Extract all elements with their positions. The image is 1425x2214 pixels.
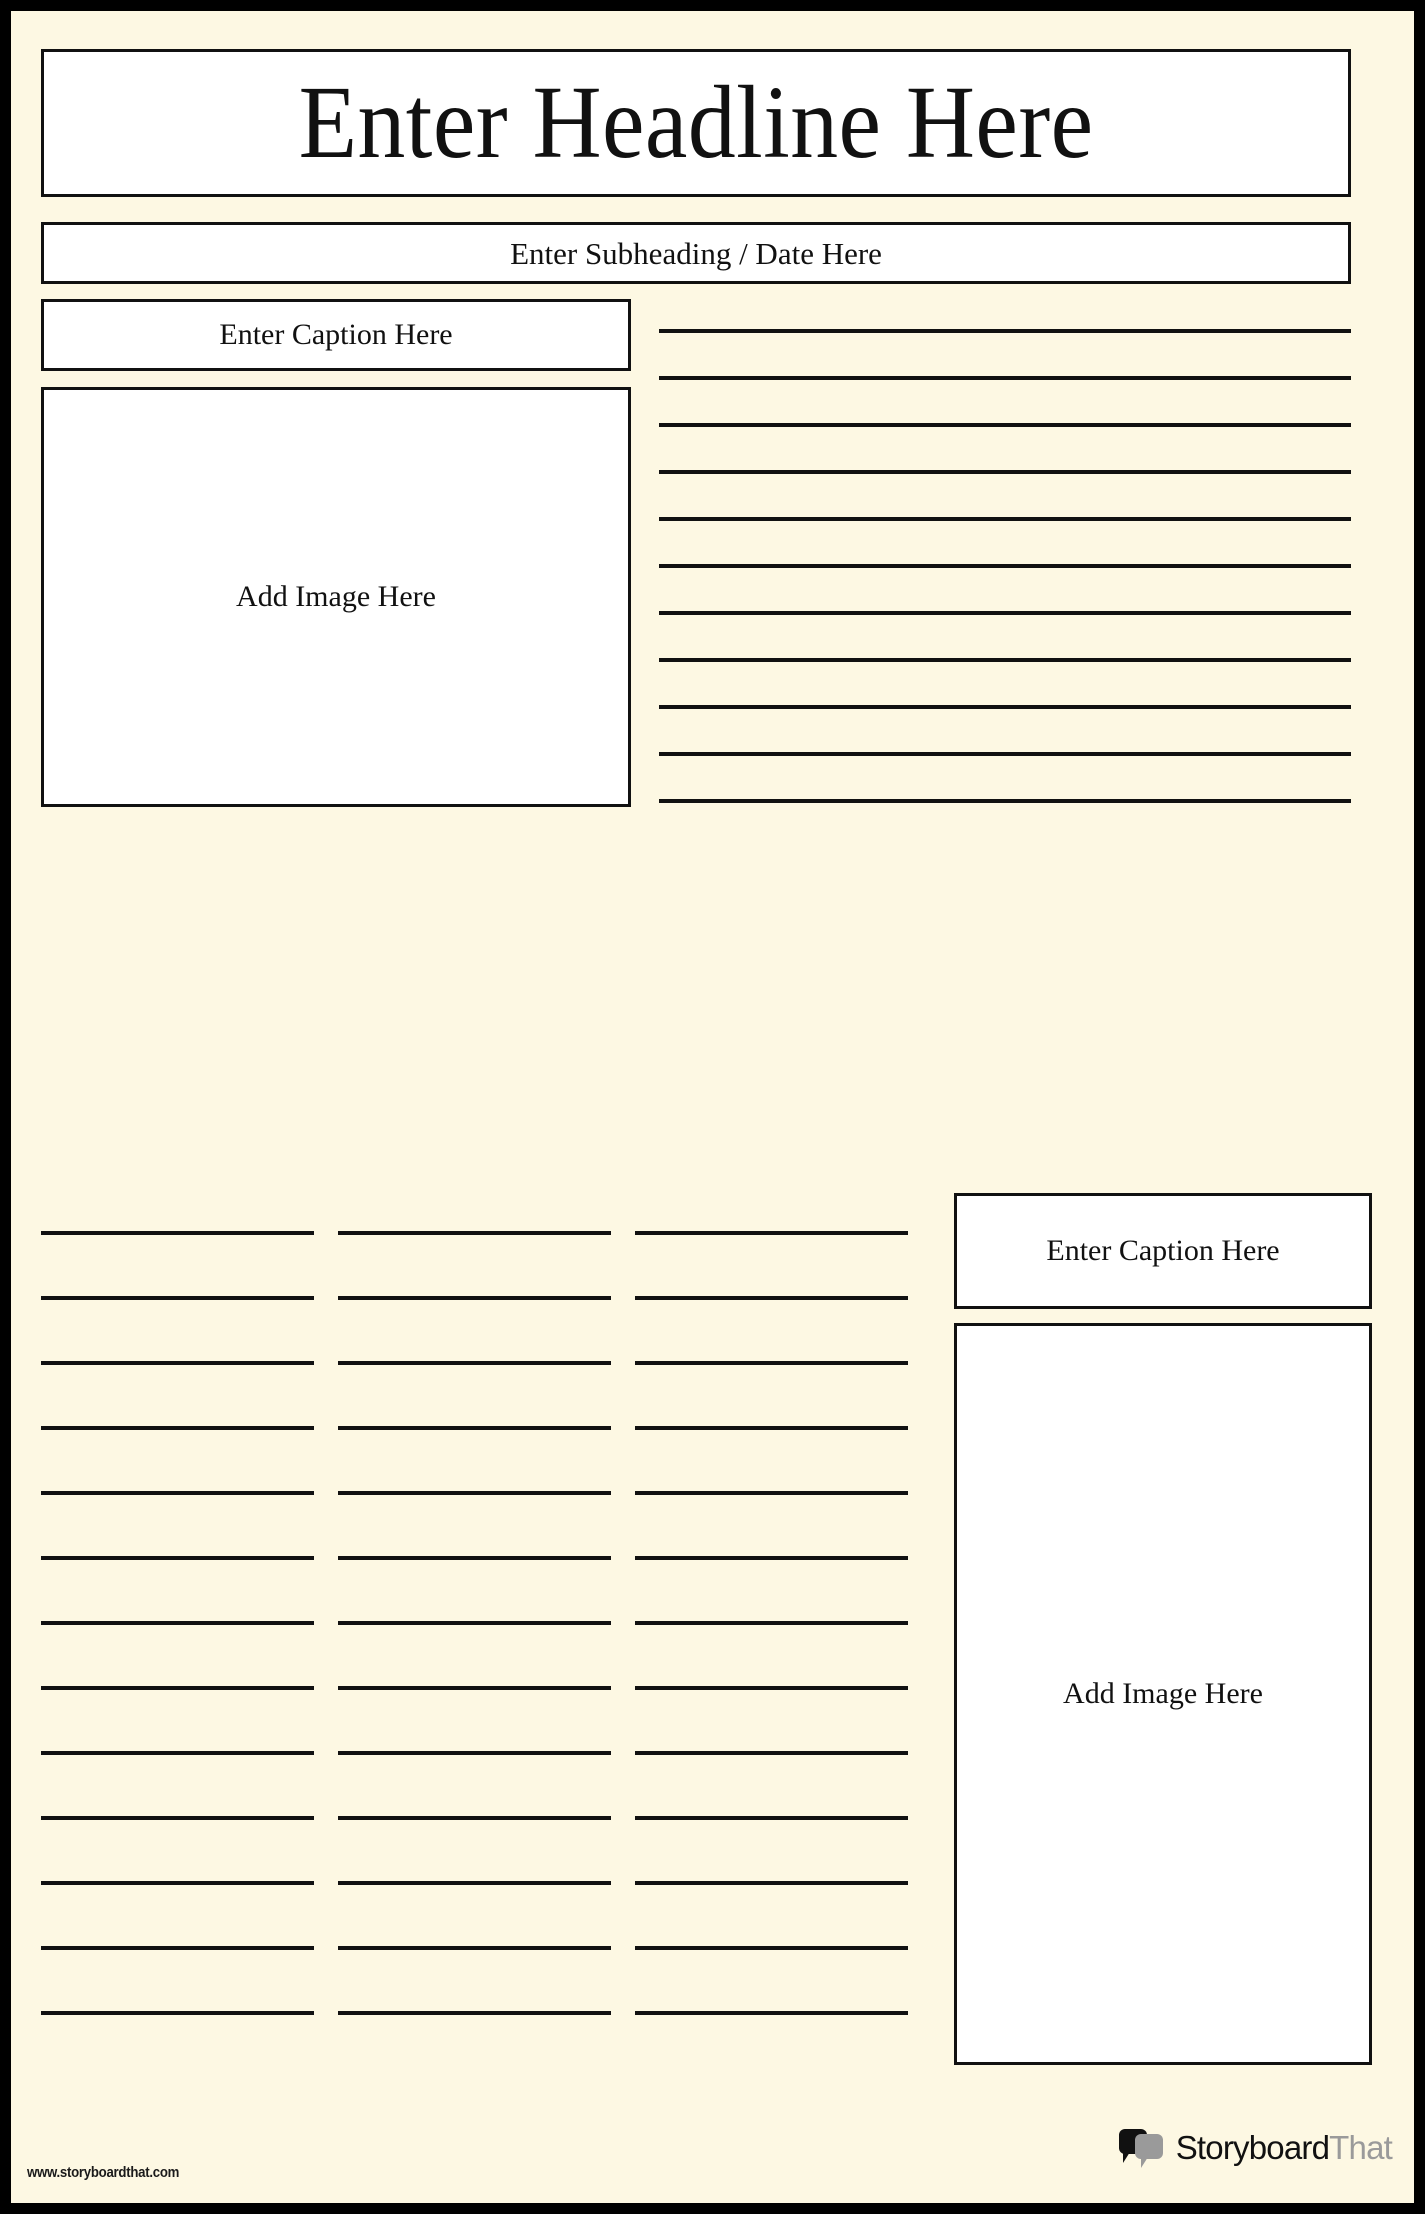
writing-line [338, 1881, 611, 1885]
writing-line [338, 1296, 611, 1300]
writing-line [41, 2011, 314, 2015]
writing-line [338, 1361, 611, 1365]
writing-line [635, 2011, 908, 2015]
writing-line [41, 1231, 314, 1235]
writing-line [659, 423, 1351, 427]
writing-line [41, 1816, 314, 1820]
top-writing-lines[interactable] [659, 329, 1351, 803]
top-image-placeholder-text: Add Image Here [236, 580, 436, 613]
writing-line [41, 1881, 314, 1885]
writing-line [659, 470, 1351, 474]
writing-line [635, 1816, 908, 1820]
paper-surface: Enter Headline Here Enter Subheading / D… [11, 11, 1414, 2203]
writing-line [635, 1686, 908, 1690]
writing-line [338, 1621, 611, 1625]
writing-line [338, 1686, 611, 1690]
writing-line [41, 1556, 314, 1560]
bottom-caption-field[interactable]: Enter Caption Here [954, 1193, 1372, 1309]
writing-line [659, 564, 1351, 568]
bottom-caption-placeholder-text: Enter Caption Here [1046, 1234, 1280, 1267]
writing-line [635, 1751, 908, 1755]
writing-line [338, 1751, 611, 1755]
writing-line [635, 1621, 908, 1625]
bottom-writing-lines-column-3[interactable] [635, 1231, 908, 2015]
storyboardthat-logo: StoryboardThat [1118, 2129, 1393, 2168]
writing-line [635, 1361, 908, 1365]
writing-line [659, 517, 1351, 521]
writing-line [635, 1491, 908, 1495]
writing-line [635, 1556, 908, 1560]
bottom-image-field[interactable]: Add Image Here [954, 1323, 1372, 2065]
writing-line [659, 329, 1351, 333]
writing-line [659, 376, 1351, 380]
writing-line [659, 705, 1351, 709]
speech-bubble-front-shape [1134, 2134, 1163, 2168]
writing-line [659, 752, 1351, 756]
brand-word-that: That [1329, 2129, 1393, 2166]
top-caption-placeholder-text: Enter Caption Here [219, 318, 453, 351]
subheading-field[interactable]: Enter Subheading / Date Here [41, 222, 1351, 284]
writing-line [635, 1881, 908, 1885]
bottom-writing-lines-column-1[interactable] [41, 1231, 314, 2015]
writing-line [41, 1621, 314, 1625]
writing-line [41, 1491, 314, 1495]
writing-line [659, 658, 1351, 662]
writing-line [338, 1556, 611, 1560]
writing-line [635, 1946, 908, 1950]
subheading-placeholder-text: Enter Subheading / Date Here [510, 235, 882, 271]
writing-line [659, 799, 1351, 803]
bottom-writing-lines-column-2[interactable] [338, 1231, 611, 2015]
writing-line [635, 1426, 908, 1430]
writing-line [41, 1426, 314, 1430]
writing-line [41, 1751, 314, 1755]
footer-website-url: www.storyboardthat.com [27, 2164, 180, 2181]
writing-line [338, 1946, 611, 1950]
top-image-field[interactable]: Add Image Here [41, 387, 631, 807]
writing-line [635, 1231, 908, 1235]
top-caption-field[interactable]: Enter Caption Here [41, 299, 631, 371]
headline-placeholder-text: Enter Headline Here [298, 65, 1094, 180]
brand-word-storyboard: Storyboard [1175, 2129, 1330, 2166]
writing-line [41, 1946, 314, 1950]
writing-line [338, 1231, 611, 1235]
writing-line [41, 1296, 314, 1300]
poster-page: Enter Headline Here Enter Subheading / D… [0, 0, 1425, 2214]
writing-line [338, 2011, 611, 2015]
writing-line [41, 1361, 314, 1365]
writing-line [338, 1491, 611, 1495]
writing-line [635, 1296, 908, 1300]
writing-line [338, 1816, 611, 1820]
bottom-image-placeholder-text: Add Image Here [1063, 1677, 1263, 1710]
writing-line [659, 611, 1351, 615]
writing-line [338, 1426, 611, 1430]
headline-field[interactable]: Enter Headline Here [41, 49, 1351, 197]
speech-bubbles-icon [1118, 2129, 1165, 2168]
writing-line [41, 1686, 314, 1690]
brand-wordmark: StoryboardThat [1175, 2129, 1393, 2167]
